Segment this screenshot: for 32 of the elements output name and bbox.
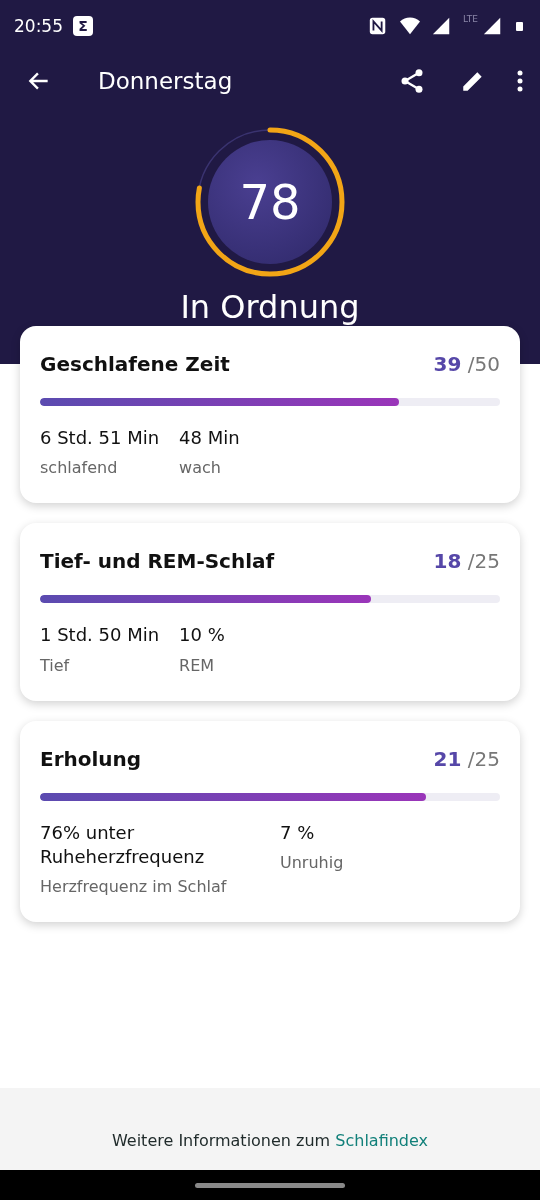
score-card[interactable]: Geschlafene Zeit 39 /50 6 Std. 51 Min schlafend 48 Min wach xyxy=(20,326,520,504)
stat-value: 7 % xyxy=(280,820,316,845)
info-text: Weitere Informationen zum Schlafindex xyxy=(111,1131,429,1150)
stat-value: 48 Min xyxy=(179,426,240,450)
stat-label: schlafend xyxy=(40,458,119,478)
stat-value: 6 Std. 51 Min xyxy=(40,426,160,450)
home-handle[interactable] xyxy=(195,1182,345,1188)
score-rating: In Ordnung xyxy=(180,288,360,326)
stat-label: Herzfrequenz im Schlaf xyxy=(40,877,228,897)
score-card[interactable]: Erholung 21 /25 76% unter Ruheherzfrequenz Herzfrequenz im Schlaf 7 % Unruhig xyxy=(20,720,520,923)
stat-value: 1 Std. 50 Min xyxy=(40,623,160,648)
score-card[interactable]: Tief- und REM-Schlaf 18 /25 1 Std. 50 Min Tief 10 % REM xyxy=(20,523,520,701)
card-title: Geschlafene Zeit xyxy=(40,352,231,376)
stat-label: REM xyxy=(179,655,216,675)
stat-label: wach xyxy=(179,458,222,478)
stat-value: 10 % xyxy=(179,623,225,648)
card-score: 18 /25 xyxy=(433,549,500,574)
wifi-icon xyxy=(399,16,422,36)
network-type: LTE xyxy=(463,14,478,24)
more-icon xyxy=(516,69,524,93)
score-value: 78 xyxy=(239,174,301,230)
stat-label: Tief xyxy=(40,655,71,675)
stat-label: Unruhig xyxy=(280,852,344,872)
card-score: 21 /25 xyxy=(433,746,500,771)
card-score: 39 /50 xyxy=(433,352,500,376)
page-title: Donnerstag xyxy=(98,68,233,94)
card-title: Tief- und REM-Schlaf xyxy=(40,549,276,574)
card-title: Erholung xyxy=(40,746,143,771)
app-badge: Σ xyxy=(73,16,93,36)
stat-value: 76% unter Ruheherzfrequenz xyxy=(40,820,206,869)
status-time: 20:55 xyxy=(14,16,63,36)
info-link[interactable]: Schlafindex xyxy=(335,1131,429,1150)
